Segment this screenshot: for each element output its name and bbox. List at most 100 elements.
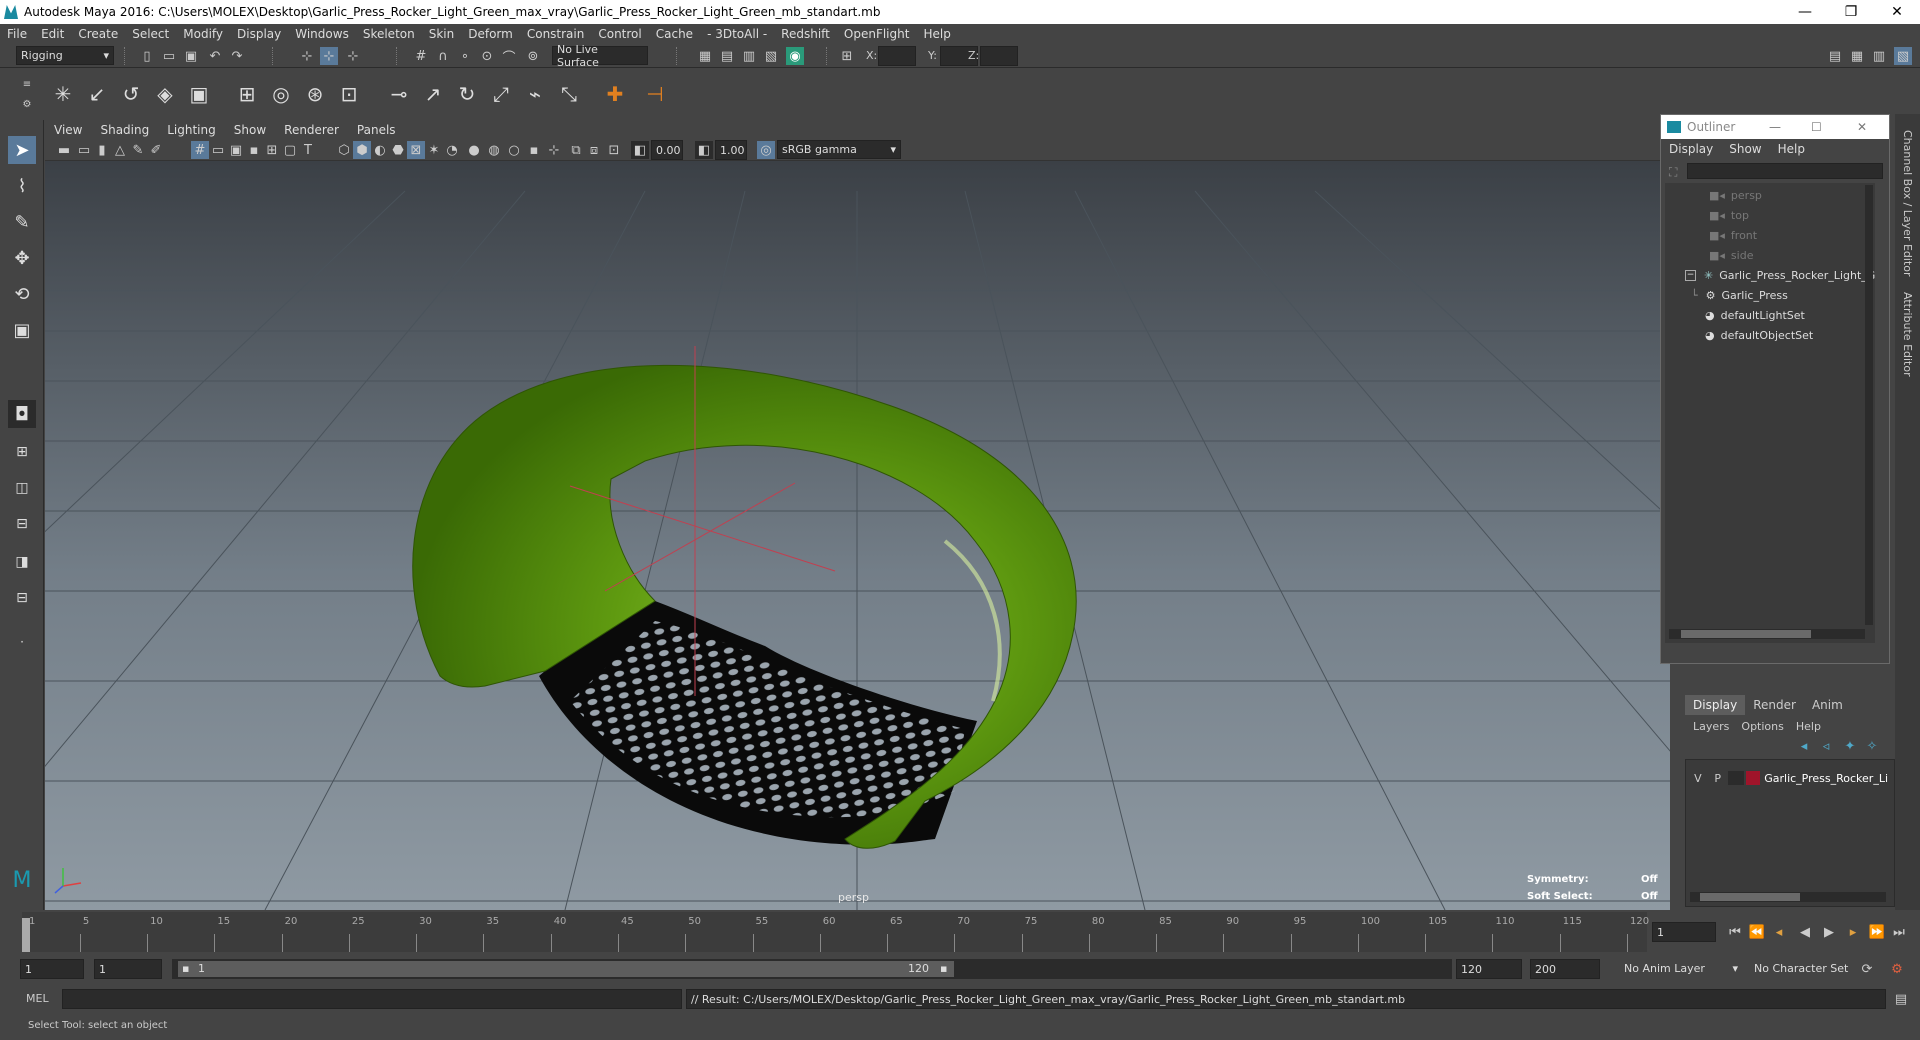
outliner-item-garlic-press[interactable]: └ ⚙ Garlic_Press <box>1691 285 1788 305</box>
tab-anim[interactable]: Anim <box>1804 695 1851 715</box>
x-field[interactable] <box>878 46 916 66</box>
animation-preferences-icon[interactable]: ⚙ <box>1888 960 1906 978</box>
tab-render[interactable]: Render <box>1745 695 1804 715</box>
restore-button[interactable]: ❐ <box>1828 0 1874 24</box>
anti-aliasing-icon[interactable]: ▪ <box>525 141 543 159</box>
time-ruler[interactable]: 1 5 10 15 20 25 30 35 40 45 50 55 60 65 70 75 80 85 90 95 10… <box>22 912 1649 952</box>
attribute-editor-toggle-icon[interactable]: ▦ <box>1848 47 1866 65</box>
point-constraint-icon[interactable]: ⊸ <box>384 79 414 109</box>
image-plane-icon[interactable]: △ <box>111 141 129 159</box>
gamma-field[interactable]: 1.00 <box>715 140 747 160</box>
parent-constraint-icon[interactable]: ⤢ <box>486 79 516 109</box>
frame-selected-icon[interactable]: ⊡ <box>605 141 623 159</box>
two-d-pan-icon[interactable]: ✐ <box>147 141 165 159</box>
cluster-icon[interactable]: ◎ <box>266 79 296 109</box>
options-menu[interactable]: Options <box>1737 720 1787 733</box>
wireframe-icon[interactable]: ⬡ <box>335 141 353 159</box>
bookmark-icon[interactable]: ▮ <box>93 141 111 159</box>
perspective-viewport[interactable]: persp Symmetry: Off Soft Select: Off <box>45 161 1670 910</box>
blend-shape-icon[interactable]: ⊡ <box>334 79 364 109</box>
orient-constraint-icon[interactable]: ↻ <box>452 79 482 109</box>
outliner-close-button[interactable]: ✕ <box>1857 120 1867 134</box>
ik-handle-icon[interactable]: ↙ <box>82 79 112 109</box>
pole-vector-icon[interactable]: ⌁ <box>520 79 550 109</box>
snap-point-icon[interactable]: ∘ <box>456 47 474 65</box>
menu-cache[interactable]: Cache <box>649 27 700 41</box>
exposure-icon[interactable]: ◧ <box>631 141 649 159</box>
safe-action-icon[interactable]: ▢ <box>281 141 299 159</box>
persp-outliner-layout-icon[interactable]: ◨ <box>8 548 36 576</box>
snap-grid-icon[interactable]: # <box>412 47 430 65</box>
character-set-dropdown[interactable]: No Character Set <box>1750 959 1864 978</box>
outliner-maximize-button[interactable]: ☐ <box>1811 120 1822 134</box>
tab-display[interactable]: Display <box>1685 695 1746 715</box>
save-scene-icon[interactable]: ▣ <box>182 47 200 65</box>
open-scene-icon[interactable]: ▭ <box>160 47 178 65</box>
side-by-side-layout-icon[interactable]: ◫ <box>8 474 36 502</box>
layer-row[interactable]: V P Garlic_Press_Rocker_Li <box>1688 768 1888 788</box>
paint-select-icon[interactable]: ✎ <box>8 208 36 236</box>
menu-skin[interactable]: Skin <box>422 27 462 41</box>
select-tool-icon[interactable]: ➤ <box>8 136 36 164</box>
panel-menu-lighting[interactable]: Lighting <box>158 123 225 137</box>
outliner-item-persp[interactable]: ■◂ persp <box>1709 185 1762 205</box>
select-component-icon[interactable]: ⊹ <box>344 47 362 65</box>
move-tool-icon[interactable]: ✥ <box>8 244 36 272</box>
outliner-item-default-object-set[interactable]: ◕ defaultObjectSet <box>1705 325 1813 345</box>
filter-icon[interactable]: ⛶ <box>1669 165 1677 180</box>
motion-blur-icon[interactable]: ○ <box>505 141 523 159</box>
mode-dropdown[interactable]: Rigging ▾ <box>16 46 114 65</box>
field-chart-icon[interactable]: ⊞ <box>263 141 281 159</box>
time-slider[interactable]: 1 5 10 15 20 25 30 35 40 45 50 55 60 65 70 75 80 85 90 95 10… <box>0 910 1920 956</box>
set-driven-key-icon[interactable]: ⊣ <box>640 79 670 109</box>
go-to-start-icon[interactable]: ⏮ <box>1726 923 1744 941</box>
shelf-menu-icon[interactable]: ≡ <box>18 75 36 93</box>
outliner-horizontal-scrollbar[interactable] <box>1669 629 1865 639</box>
play-forwards-icon[interactable]: ▶ <box>1820 923 1838 941</box>
outliner-search-input[interactable] <box>1687 163 1883 179</box>
range-slider-end-handle[interactable]: ▪ <box>940 962 947 975</box>
command-input[interactable] <box>62 989 682 1009</box>
select-camera-icon[interactable]: ▬ <box>55 141 73 159</box>
screen-space-ao-icon[interactable]: ◍ <box>485 141 503 159</box>
snap-view-icon[interactable]: ⊙ <box>478 47 496 65</box>
exposure-field[interactable]: 0.00 <box>651 140 683 160</box>
joint-tool-icon[interactable]: ✳ <box>48 79 78 109</box>
scale-constraint-icon[interactable]: ⤡ <box>554 79 584 109</box>
lattice-icon[interactable]: ⊞ <box>232 79 262 109</box>
playback-end-field[interactable]: 120 <box>1456 959 1522 979</box>
layer-help-menu[interactable]: Help <box>1788 720 1829 733</box>
menu-control[interactable]: Control <box>591 27 648 41</box>
live-surface-field[interactable]: No Live Surface <box>552 43 648 69</box>
step-forward-frame-icon[interactable]: ▸ <box>1844 923 1862 941</box>
z-field[interactable] <box>980 46 1018 66</box>
script-editor-icon[interactable]: ▤ <box>1892 990 1910 1008</box>
menu-deform[interactable]: Deform <box>461 27 520 41</box>
snap-curve-icon[interactable]: ∩ <box>434 47 452 65</box>
outliner-menu-show[interactable]: Show <box>1721 142 1769 156</box>
redo-icon[interactable]: ↷ <box>228 47 246 65</box>
locator-icon[interactable]: ✚ <box>600 79 630 109</box>
gamma-icon[interactable]: ◧ <box>695 141 713 159</box>
resolution-gate-icon[interactable]: ▣ <box>227 141 245 159</box>
color-management-icon[interactable]: ◎ <box>757 141 775 159</box>
ik-spline-icon[interactable]: ↺ <box>116 79 146 109</box>
single-perspective-layout-icon[interactable]: ◘ <box>8 400 36 428</box>
shelf-options-icon[interactable]: ⚙ <box>18 95 36 113</box>
new-scene-icon[interactable]: ▯ <box>138 47 156 65</box>
outliner-item-default-light-set[interactable]: ◕ defaultLightSet <box>1705 305 1805 325</box>
menu-windows[interactable]: Windows <box>288 27 356 41</box>
render-settings-icon[interactable]: ▧ <box>762 47 780 65</box>
panel-menu-shading[interactable]: Shading <box>91 123 158 137</box>
film-gate-icon[interactable]: ▭ <box>209 141 227 159</box>
use-default-material-icon[interactable]: ◐ <box>371 141 389 159</box>
hypershade-layout-icon[interactable]: ⊟ <box>8 584 36 612</box>
menu-create[interactable]: Create <box>71 27 125 41</box>
make-live-icon[interactable]: ⊚ <box>524 47 542 65</box>
camera-attributes-icon[interactable]: ▭ <box>75 141 93 159</box>
transform-mode-icon[interactable]: ⊞ <box>838 47 856 65</box>
play-backwards-icon[interactable]: ◀ <box>1796 923 1814 941</box>
smooth-shade-icon[interactable]: ⬢ <box>353 141 371 159</box>
toolbox-more-icon[interactable]: · <box>8 628 36 656</box>
playback-start-field[interactable]: 1 <box>94 959 162 979</box>
